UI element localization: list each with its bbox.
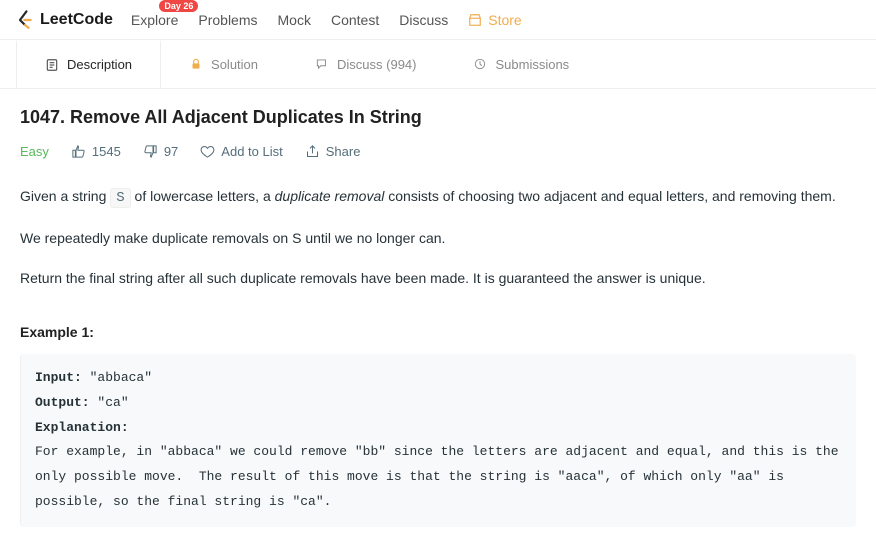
thumbs-down-icon <box>143 144 158 159</box>
difficulty-badge: Easy <box>20 144 49 159</box>
tab-description[interactable]: Description <box>16 40 161 88</box>
nav-discuss[interactable]: Discuss <box>399 12 448 28</box>
desc-p1-em: duplicate removal <box>275 188 385 204</box>
desc-code-s: S <box>110 188 130 208</box>
like-count: 1545 <box>92 144 121 159</box>
nav-store[interactable]: Store <box>468 12 521 28</box>
example-label: Example 1: <box>20 324 856 340</box>
nav-explore[interactable]: Explore Day 26 <box>131 12 178 28</box>
desc-p1b: of lowercase letters, a <box>131 188 275 204</box>
add-to-list-label: Add to List <box>221 144 282 159</box>
desc-paragraph-2: We repeatedly make duplicate removals on… <box>20 227 856 251</box>
desc-p1c: consists of choosing two adjacent and eq… <box>384 188 835 204</box>
submissions-icon <box>473 57 487 71</box>
logo[interactable]: LeetCode <box>16 10 113 30</box>
tab-discuss[interactable]: Discuss (994) <box>287 40 445 88</box>
share-button[interactable]: Share <box>305 144 361 159</box>
top-nav: LeetCode Explore Day 26 Problems Mock Co… <box>0 0 876 40</box>
example-input-value: "abbaca" <box>90 370 152 385</box>
heart-icon <box>200 144 215 159</box>
example-output-value: "ca" <box>97 395 128 410</box>
tab-description-label: Description <box>67 57 132 72</box>
leetcode-logo-icon <box>16 10 34 30</box>
example-output-label: Output: <box>35 395 97 410</box>
nav-contest[interactable]: Contest <box>331 12 379 28</box>
problem-title: 1047. Remove All Adjacent Duplicates In … <box>20 107 856 128</box>
tab-submissions[interactable]: Submissions <box>445 40 598 88</box>
desc-p1a: Given a string <box>20 188 110 204</box>
nav-store-label: Store <box>488 12 521 28</box>
tab-submissions-label: Submissions <box>495 57 569 72</box>
problem-content: 1047. Remove All Adjacent Duplicates In … <box>0 89 876 544</box>
store-icon <box>468 13 482 27</box>
dislike-button[interactable]: 97 <box>143 144 178 159</box>
logo-text: LeetCode <box>40 11 113 29</box>
description-icon <box>45 58 59 72</box>
share-icon <box>305 144 320 159</box>
share-label: Share <box>326 144 361 159</box>
nav-explore-label: Explore <box>131 12 178 28</box>
discuss-icon <box>315 57 329 71</box>
explore-badge: Day 26 <box>159 0 198 12</box>
tab-solution[interactable]: Solution <box>161 40 287 88</box>
example-box: Input: "abbaca" Output: "ca" Explanation… <box>20 354 856 526</box>
example-input-label: Input: <box>35 370 90 385</box>
problem-description: Given a string S of lowercase letters, a… <box>20 185 856 527</box>
desc-paragraph-3: Return the final string after all such d… <box>20 267 856 291</box>
add-to-list-button[interactable]: Add to List <box>200 144 282 159</box>
lock-icon <box>189 57 203 71</box>
nav-mock[interactable]: Mock <box>278 12 311 28</box>
tab-bar: Description Solution Discuss (994) Submi… <box>0 40 876 89</box>
nav-problems[interactable]: Problems <box>198 12 257 28</box>
desc-paragraph-1: Given a string S of lowercase letters, a… <box>20 185 856 211</box>
tab-solution-label: Solution <box>211 57 258 72</box>
tab-discuss-label: Discuss (994) <box>337 57 416 72</box>
example-explanation-text: For example, in "abbaca" we could remove… <box>35 444 846 508</box>
thumbs-up-icon <box>71 144 86 159</box>
dislike-count: 97 <box>164 144 178 159</box>
like-button[interactable]: 1545 <box>71 144 121 159</box>
problem-meta-row: Easy 1545 97 Add to List Share <box>20 144 856 159</box>
example-explanation-label: Explanation: <box>35 420 136 435</box>
